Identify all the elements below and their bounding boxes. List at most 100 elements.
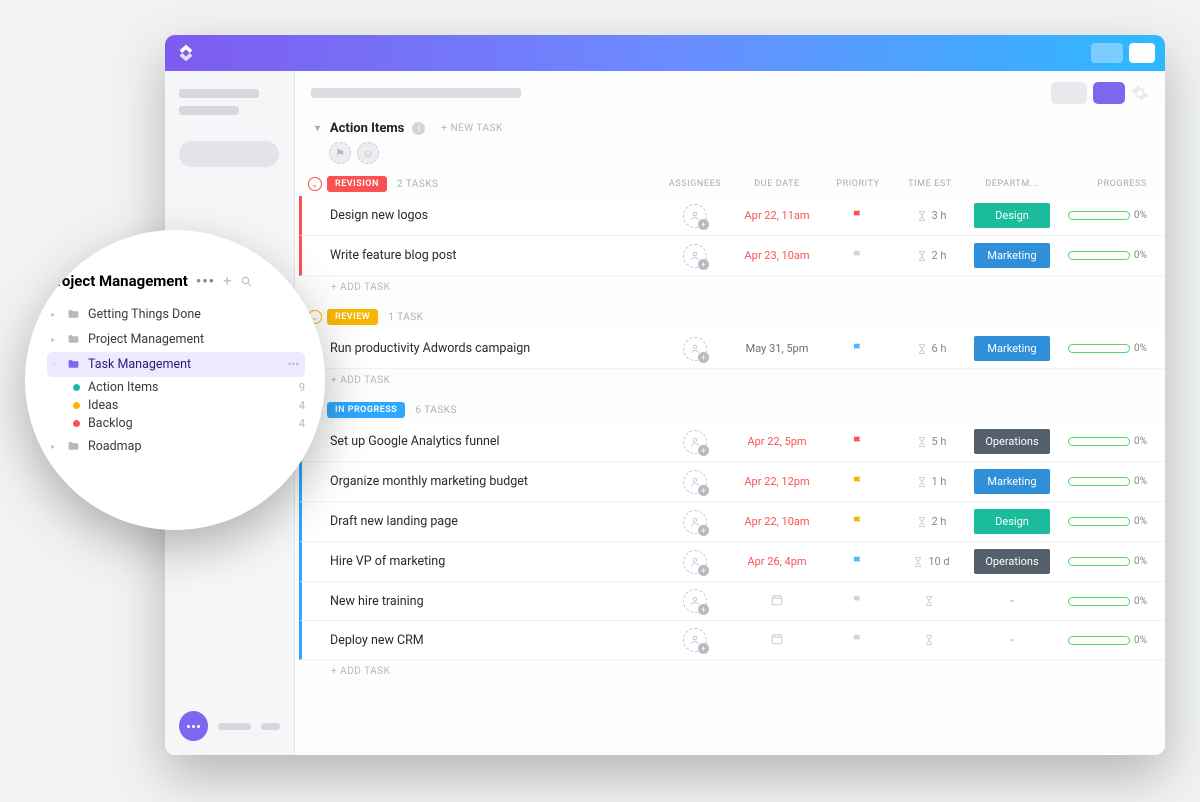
task-count: 6 TASKS <box>415 405 457 416</box>
priority-flag-icon[interactable] <box>823 342 893 356</box>
due-date[interactable]: Apr 22, 10am <box>744 515 809 528</box>
priority-flag-icon[interactable] <box>823 594 893 608</box>
progress-value: 0% <box>1134 635 1147 646</box>
sidebar-list[interactable]: Action Items 9 <box>47 380 305 395</box>
progress-value: 0% <box>1134 596 1147 607</box>
add-task-button[interactable]: + ADD TASK <box>302 660 1165 683</box>
view-toggle-1[interactable] <box>1051 82 1087 104</box>
task-row[interactable]: Run productivity Adwords campaign + May … <box>299 329 1165 369</box>
caret-down-icon[interactable]: ▼ <box>313 123 322 134</box>
status-pill[interactable]: REVISION <box>327 176 387 192</box>
settings-icon[interactable] <box>1131 84 1149 102</box>
more-icon[interactable]: ••• <box>288 358 299 371</box>
list-label: Backlog <box>88 416 133 431</box>
calendar-icon[interactable] <box>770 632 784 649</box>
sidebar-skeleton <box>261 723 280 730</box>
time-estimate[interactable]: 6 h <box>932 342 947 355</box>
section-title: Action Items <box>330 121 404 136</box>
space-title: Project Management ••• + <box>47 272 305 290</box>
task-row[interactable]: Deploy new CRM + - 0% <box>299 621 1165 660</box>
sidebar-folder[interactable]: ▸ Roadmap <box>47 434 305 459</box>
time-estimate[interactable]: 2 h <box>932 249 947 262</box>
time-estimate[interactable]: 5 h <box>932 435 947 448</box>
add-task-button[interactable]: + ADD TASK <box>302 276 1165 299</box>
assignee-add-icon[interactable]: + <box>683 550 707 574</box>
task-row[interactable]: Draft new landing page + Apr 22, 10am 2 … <box>299 502 1165 542</box>
status-pill[interactable]: IN PROGRESS <box>327 402 405 418</box>
dept-tag[interactable]: Marketing <box>974 336 1050 361</box>
due-date[interactable]: Apr 22, 5pm <box>747 435 806 448</box>
priority-flag-icon[interactable] <box>823 475 893 489</box>
time-estimate[interactable]: 1 h <box>932 475 947 488</box>
assignee-add-icon[interactable]: + <box>683 470 707 494</box>
add-icon[interactable]: + <box>223 272 232 290</box>
list-color-dot <box>73 420 80 427</box>
new-task-button[interactable]: + NEW TASK <box>441 123 502 134</box>
dept-tag[interactable]: Operations <box>974 549 1050 574</box>
dept-tag[interactable]: Design <box>974 509 1050 534</box>
assignee-add-icon[interactable]: + <box>683 337 707 361</box>
task-row[interactable]: New hire training + - 0% <box>299 582 1165 621</box>
add-task-button[interactable]: + ADD TASK <box>302 369 1165 392</box>
sidebar-folder[interactable]: ▸ Project Management <box>47 327 305 352</box>
task-name: Run productivity Adwords campaign <box>330 341 659 356</box>
search-icon[interactable] <box>240 275 253 288</box>
topbar-button-2[interactable] <box>1129 43 1155 63</box>
caret-icon: ▸ <box>51 335 59 344</box>
dept-tag[interactable]: Marketing <box>974 243 1050 268</box>
caret-icon: ▸ <box>51 442 59 451</box>
status-pill[interactable]: REVIEW <box>327 309 378 325</box>
chat-button[interactable] <box>179 711 208 741</box>
due-date[interactable]: Apr 22, 12pm <box>744 475 809 488</box>
progress-value: 0% <box>1134 436 1147 447</box>
time-estimate[interactable]: 2 h <box>932 515 947 528</box>
dept-tag[interactable]: Marketing <box>974 469 1050 494</box>
progress-bar <box>1068 597 1130 606</box>
priority-flag-icon[interactable] <box>823 249 893 263</box>
priority-flag-icon[interactable] <box>823 435 893 449</box>
due-date[interactable]: May 31, 5pm <box>746 342 809 355</box>
sidebar-folder[interactable]: − Task Management ••• <box>47 352 305 377</box>
sidebar-skeleton <box>179 106 239 115</box>
sidebar-list[interactable]: Ideas 4 <box>47 398 305 413</box>
assignee-add-icon[interactable]: + <box>683 204 707 228</box>
assignee-add-icon[interactable]: + <box>683 510 707 534</box>
dept-tag[interactable]: Design <box>974 203 1050 228</box>
assignee-add-icon[interactable]: + <box>683 244 707 268</box>
task-row[interactable]: Design new logos + Apr 22, 11am 3 h Desi… <box>299 196 1165 236</box>
task-row[interactable]: Hire VP of marketing + Apr 26, 4pm 10 d … <box>299 542 1165 582</box>
main-header <box>295 71 1165 115</box>
tag-icon[interactable]: ⚑ <box>329 142 351 164</box>
priority-flag-icon[interactable] <box>823 515 893 529</box>
info-icon[interactable]: i <box>412 122 425 135</box>
task-row[interactable]: Write feature blog post + Apr 23, 10am 2… <box>299 236 1165 276</box>
view-toggle-2[interactable] <box>1093 82 1125 104</box>
task-row[interactable]: Organize monthly marketing budget + Apr … <box>299 462 1165 502</box>
due-date[interactable]: Apr 22, 11am <box>744 209 809 222</box>
section-header: ▼ Action Items i + NEW TASK <box>295 115 1165 140</box>
content-area: ▼ Action Items i + NEW TASK ⚑ ☺ ⌄ REVISI… <box>295 115 1165 755</box>
progress-value: 0% <box>1134 476 1147 487</box>
collapse-icon[interactable]: ⌄ <box>308 177 322 191</box>
priority-flag-icon[interactable] <box>823 555 893 569</box>
priority-flag-icon[interactable] <box>823 633 893 647</box>
due-date[interactable]: Apr 26, 4pm <box>747 555 806 568</box>
sidebar-list[interactable]: Backlog 4 <box>47 416 305 431</box>
folder-label: Roadmap <box>88 439 141 454</box>
task-row[interactable]: Set up Google Analytics funnel + Apr 22,… <box>299 422 1165 462</box>
more-icon[interactable]: ••• <box>196 272 215 290</box>
assignee-add-icon[interactable]: + <box>683 628 707 652</box>
assignee-add-icon[interactable]: + <box>683 589 707 613</box>
sidebar-folder[interactable]: ▸ Getting Things Done <box>47 302 305 327</box>
assignee-add-icon[interactable]: + <box>683 430 707 454</box>
topbar-button-1[interactable] <box>1091 43 1123 63</box>
priority-flag-icon[interactable] <box>823 209 893 223</box>
main-panel: ▼ Action Items i + NEW TASK ⚑ ☺ ⌄ REVISI… <box>295 71 1165 755</box>
time-estimate[interactable]: 3 h <box>932 209 947 222</box>
assignee-icon[interactable]: ☺ <box>357 142 379 164</box>
calendar-icon[interactable] <box>770 593 784 610</box>
time-estimate[interactable]: 10 d <box>928 555 949 568</box>
due-date[interactable]: Apr 23, 10am <box>744 249 809 262</box>
sidebar-search-pill[interactable] <box>179 141 279 167</box>
dept-tag[interactable]: Operations <box>974 429 1050 454</box>
